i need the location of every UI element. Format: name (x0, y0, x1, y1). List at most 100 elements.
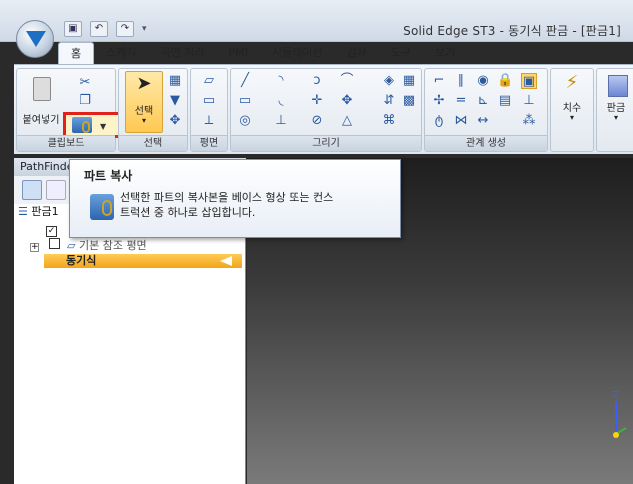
cursor-arrow-icon: ➤ (136, 73, 152, 94)
relate-group-label: 관계 생성 (425, 135, 547, 151)
tab-inspect[interactable]: 검사 (334, 42, 378, 64)
sync-label: 동기식 (66, 254, 97, 267)
checkbox-checked-icon[interactable]: ✓ (46, 226, 57, 237)
pattern-icon[interactable]: ▦ (401, 73, 417, 89)
connect-icon[interactable]: ⌐ (431, 73, 447, 89)
line-icon[interactable]: ╱ (237, 73, 253, 89)
tree-item-checkbox-row[interactable]: ✓ (46, 222, 57, 238)
quickpick-icon[interactable]: ✥ (167, 113, 183, 129)
fill-icon[interactable]: ▩ (401, 93, 417, 109)
concentric-icon[interactable]: ◉ (475, 73, 491, 89)
select-box-icon[interactable]: ▦ (167, 73, 183, 89)
draw-group-label: 그리기 (231, 135, 421, 151)
clipboard-group: 붙여넣기 ✂ ❐ ▼ 클립보드 (16, 68, 121, 152)
move-icon[interactable]: ✥ (339, 93, 355, 109)
tab-sketch[interactable]: 스케치 (94, 42, 148, 64)
tangent-arc-icon[interactable]: ◟ (273, 93, 289, 109)
offset-icon[interactable]: ⇵ (381, 93, 397, 109)
plane-icon[interactable]: ▱ (201, 73, 217, 89)
tab-home[interactable]: 홈 (58, 42, 95, 64)
cut-icon[interactable]: ✂ (77, 75, 93, 91)
curve-icon[interactable]: ↄ (309, 73, 325, 89)
tab-surfacing[interactable]: 곡면 처리 (149, 42, 217, 64)
paste-button[interactable]: 붙여넣기 (22, 73, 60, 126)
paste-icon (33, 77, 51, 101)
ribbon-tab-bar: 홈 스케치 곡면 처리 PMI 시뮬레이션 검사 도구 보기 (58, 42, 467, 64)
expand-plus-icon[interactable]: + (30, 243, 39, 252)
select-group: ➤ 선택 ▾ ▦ ▼ ✥ 선택 (118, 68, 188, 152)
clip-icon (102, 200, 112, 216)
include-icon[interactable]: ⌘ (381, 113, 397, 129)
redo-icon[interactable]: ↷ (116, 21, 134, 37)
title-bar: ▣ ↶ ↷ ▾ Solid Edge ST3 - 동기식 판금 - [판금1] (0, 0, 633, 58)
tab-feature-icon (608, 75, 628, 97)
solid-edge-logo-icon (26, 31, 46, 47)
tree-item-base-ref-planes[interactable]: + ▱ 기본 참조 평면 (30, 238, 147, 254)
select-button-label: 선택 (134, 106, 154, 117)
smart-dimension-icon: ⚡ (565, 72, 579, 93)
coordinate-triad: Z (612, 390, 627, 438)
filter-icon[interactable]: ▼ (167, 93, 183, 109)
relationship-handles-icon[interactable]: ▣ (521, 73, 537, 89)
application-menu-button[interactable] (16, 20, 54, 58)
intersect-icon[interactable]: ✢ (431, 93, 447, 109)
coordinate-system-icon[interactable]: ⟂ (201, 113, 217, 129)
parallel-icon[interactable]: ∥ (453, 73, 469, 89)
relate-group: ⌐ ∥ ◉ 🔒 ▣ ✢ = ⊾ ▤ ⊥ ტ ⋈ ↔ ⁂ 관계 생성 (424, 68, 548, 152)
clipboard-group-label: 클립보드 (17, 135, 115, 151)
point-icon[interactable]: ⊥ (273, 113, 289, 129)
plane-offset-icon[interactable]: ▭ (201, 93, 217, 109)
sheetmetal-button-label: 판금 (606, 103, 626, 114)
mirror-icon[interactable]: △ (339, 113, 355, 129)
sheetmetal-button[interactable]: 판금 ▾ (599, 71, 633, 133)
customize-qat-icon[interactable]: ▾ (142, 24, 147, 34)
lock-icon[interactable]: 🔒 (497, 73, 513, 89)
paste-label: 붙여넣기 (22, 115, 60, 126)
select-button[interactable]: ➤ 선택 ▾ (125, 71, 163, 133)
equal-icon[interactable]: = (453, 93, 469, 109)
tab-simulation[interactable]: 시뮬레이션 (260, 42, 335, 64)
rigid-set-icon[interactable]: ▤ (497, 93, 513, 109)
perpendicular-icon[interactable]: ⊾ (475, 93, 491, 109)
project-icon[interactable]: ◈ (381, 73, 397, 89)
maintain-relationships-icon[interactable]: ⁂ (521, 113, 537, 129)
symmetric-icon[interactable]: ⋈ (453, 113, 469, 129)
collinear-icon[interactable]: ↔ (475, 113, 491, 129)
copy-icon[interactable]: ❐ (77, 93, 93, 109)
pathfinder-tab-layers[interactable] (46, 180, 66, 200)
part-stack-icon: ☰ (18, 205, 28, 218)
triad-z-label: Z (612, 390, 619, 401)
dimension-button[interactable]: ⚡ 치수 ▾ (555, 71, 589, 133)
checkbox-icon[interactable] (48, 238, 60, 249)
select-group-label: 선택 (119, 135, 187, 151)
base-ref-planes-label: 기본 참조 평면 (78, 239, 147, 252)
tangent-icon[interactable]: ტ (431, 113, 447, 129)
construction-icon[interactable]: ⊘ (309, 113, 325, 129)
tree-item-synchronous[interactable]: 동기식 (44, 254, 242, 268)
window-title: Solid Edge ST3 - 동기식 판금 - [판금1] (403, 24, 621, 38)
clip-icon (82, 121, 90, 133)
tab-pmi[interactable]: PMI (216, 42, 259, 64)
quick-access-toolbar: ▣ ↶ ↷ ▾ (64, 20, 147, 38)
collapse-arrow-icon[interactable] (220, 256, 232, 266)
tooltip-title: 파트 복사 (84, 169, 133, 183)
fillet-icon[interactable]: ⌒ (339, 73, 355, 89)
save-icon[interactable]: ▣ (64, 21, 82, 37)
arc-icon[interactable]: ◝ (273, 73, 289, 89)
ribbon: 붙여넣기 ✂ ❐ ▼ 클립보드 ➤ 선택 ▾ ▦ ▼ ✥ 선택 ▱ ▭ ⟂ 평면… (14, 64, 633, 154)
rectangle-icon[interactable]: ▭ (237, 93, 253, 109)
draw-group: ╱ ◝ ↄ ⌒ ◈ ▦ ▭ ◟ ✛ ✥ ⇵ ▩ ◎ ⊥ ⊘ △ ⌘ 그리기 (230, 68, 422, 152)
tree-item-root[interactable]: ☰ 판금1 (18, 204, 59, 220)
undo-icon[interactable]: ↶ (90, 21, 108, 37)
plane-group-label: 평면 (191, 135, 227, 151)
chevron-down-icon: ▾ (569, 113, 574, 122)
circle-icon[interactable]: ◎ (237, 113, 253, 129)
sheetmetal-group: 판금 ▾ (596, 68, 633, 152)
dimension-button-label: 치수 (562, 103, 582, 114)
horizontal-vertical-icon[interactable]: ⊥ (521, 93, 537, 109)
trim-icon[interactable]: ✛ (309, 93, 325, 109)
tab-tools[interactable]: 도구 (379, 42, 423, 64)
pathfinder-tab-tree[interactable] (22, 180, 42, 200)
part-copy-icon (90, 194, 114, 220)
tab-view[interactable]: 보기 (423, 42, 467, 64)
